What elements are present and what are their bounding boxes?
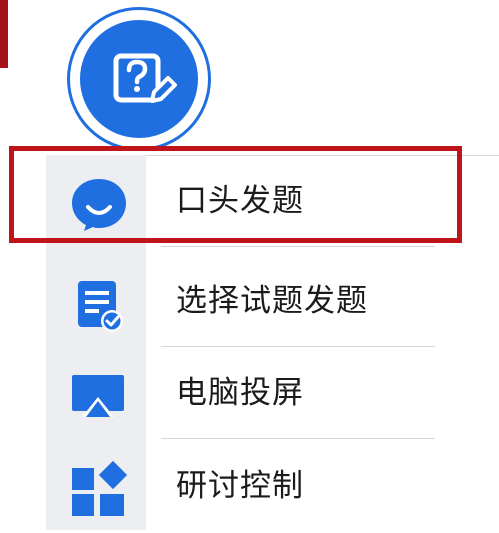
screen-cast-icon: [72, 375, 124, 417]
menu-item-icon-box: [46, 255, 146, 347]
grid-control-icon: [72, 460, 128, 516]
left-edge-bar: [0, 0, 8, 68]
menu-item-divider: [161, 246, 435, 247]
document-check-icon: [78, 281, 123, 332]
menu-item-divider: [161, 438, 435, 439]
menu-item-label: 选择试题发题: [176, 283, 368, 319]
menu-item-select-question[interactable]: 选择试题发题: [46, 255, 446, 347]
menu-item-icon-box: [46, 440, 146, 532]
menu-item-screen-cast[interactable]: 电脑投屏: [46, 347, 446, 439]
question-edit-icon: [113, 53, 177, 103]
menu-item-icon-box: [46, 347, 146, 439]
menu-item-label: 研讨控制: [176, 468, 304, 504]
speech-bubble-icon: [72, 179, 126, 231]
menu-item-icon-box: [46, 155, 146, 247]
stage: 口头发题 选择试题发题 电脑投屏 研讨控制: [0, 0, 499, 533]
menu-item-label: 口头发题: [176, 183, 304, 219]
question-launcher-button[interactable]: [70, 10, 208, 148]
menu-item-oral-question[interactable]: 口头发题: [46, 155, 446, 247]
menu-item-discussion-control[interactable]: 研讨控制: [46, 440, 446, 532]
menu-item-label: 电脑投屏: [176, 375, 304, 411]
